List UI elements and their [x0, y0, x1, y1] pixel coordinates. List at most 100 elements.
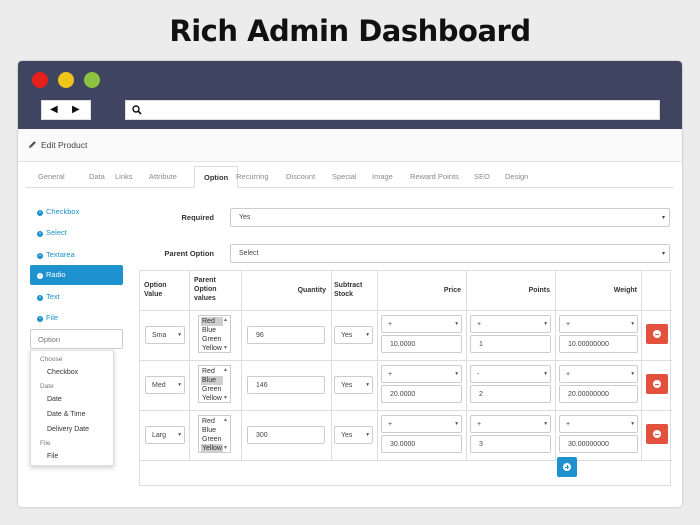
col-header-price: Price	[443, 287, 461, 294]
back-arrow-icon[interactable]: ◀	[50, 103, 58, 117]
points-input[interactable]: 1	[470, 335, 551, 353]
dropdown-item-file[interactable]: File	[47, 453, 58, 460]
address-bar[interactable]	[125, 100, 660, 120]
points-input[interactable]: 3	[470, 435, 551, 453]
chevron-down-icon: ▾	[455, 371, 458, 377]
sidebar-item-text[interactable]: - Text	[30, 287, 123, 307]
list-item[interactable]: Yellow	[201, 344, 223, 352]
list-item[interactable]: Green	[201, 335, 223, 344]
scroll-down-icon[interactable]: ▼	[223, 345, 228, 351]
subtract-stock-select[interactable]: Yes ▾	[334, 376, 373, 394]
tab-recurring[interactable]: Recurring	[236, 166, 269, 188]
option-value-select[interactable]: Sma ▾	[145, 326, 185, 344]
dropdown-item-date-time[interactable]: Date & Time	[47, 411, 86, 418]
sidebar-item-radio[interactable]: - Radio	[30, 265, 123, 285]
scroll-down-icon[interactable]: ▼	[223, 395, 228, 401]
tab-special[interactable]: Special	[332, 166, 357, 188]
sidebar-item-file[interactable]: - File	[30, 308, 123, 328]
list-item[interactable]: Blue	[201, 426, 223, 435]
weight-prefix-select[interactable]: + ▾	[559, 415, 638, 433]
list-item[interactable]: Green	[201, 385, 223, 394]
tab-seo[interactable]: SEO	[474, 166, 490, 188]
list-item[interactable]: Red	[201, 317, 223, 326]
tab-general[interactable]: General	[38, 166, 65, 188]
tab-option[interactable]: Option	[194, 166, 239, 188]
weight-input[interactable]: 20.00000000	[559, 385, 638, 403]
tab-links[interactable]: Links	[115, 166, 133, 188]
price-input[interactable]: 20.0000	[381, 385, 462, 403]
scroll-up-icon[interactable]: ▲	[223, 317, 228, 323]
subtract-stock-select[interactable]: Yes ▾	[334, 326, 373, 344]
chevron-down-icon: ▾	[455, 321, 458, 327]
col-header-subtract-stock: Subtract Stock	[334, 282, 363, 298]
browser-window: ◀ ▶ Edit Product General Data Links Attr…	[18, 61, 682, 507]
points-prefix-select[interactable]: + ▾	[470, 415, 551, 433]
price-input[interactable]: 10.0000	[381, 335, 462, 353]
chevron-down-icon: ▾	[544, 321, 547, 327]
scroll-up-icon[interactable]: ▲	[223, 367, 228, 373]
scroll-up-icon[interactable]: ▲	[223, 417, 228, 423]
price-prefix-select[interactable]: + ▾	[381, 315, 462, 333]
weight-prefix-select[interactable]: + ▾	[559, 315, 638, 333]
list-item[interactable]: Red	[201, 417, 223, 426]
option-autocomplete-input[interactable]	[30, 329, 123, 349]
price-input[interactable]: 30.0000	[381, 435, 462, 453]
list-item[interactable]: Yellow	[201, 444, 223, 452]
quantity-input[interactable]: 300	[247, 426, 325, 444]
tab-image[interactable]: Image	[372, 166, 393, 188]
points-input[interactable]: 2	[470, 385, 551, 403]
chevron-down-icon: ▾	[544, 371, 547, 377]
weight-input[interactable]: 30.00000000	[559, 435, 638, 453]
chevron-down-icon: ▾	[455, 421, 458, 427]
minimize-window-dot[interactable]	[58, 72, 74, 88]
subtract-stock-select[interactable]: Yes ▾	[334, 426, 373, 444]
sidebar-item-textarea[interactable]: - Textarea	[30, 245, 123, 265]
weight-input[interactable]: 10.00000000	[559, 335, 638, 353]
sidebar-item-checkbox[interactable]: - Checkbox	[30, 202, 123, 222]
remove-row-button[interactable]	[646, 424, 668, 444]
minus-circle-icon[interactable]: -	[37, 253, 43, 259]
remove-row-button[interactable]	[646, 374, 668, 394]
list-item[interactable]: Blue	[201, 326, 223, 335]
minus-circle-icon[interactable]: -	[37, 295, 43, 301]
list-item[interactable]: Yellow	[201, 394, 223, 402]
scroll-down-icon[interactable]: ▼	[223, 445, 228, 451]
parent-values-listbox[interactable]: Red Blue Green Yellow ▲ ▼	[198, 315, 231, 353]
minus-circle-icon[interactable]: -	[37, 273, 43, 279]
add-option-value-button[interactable]	[557, 457, 577, 477]
tab-design[interactable]: Design	[505, 166, 528, 188]
close-window-dot[interactable]	[32, 72, 48, 88]
list-item[interactable]: Red	[201, 367, 223, 376]
remove-row-button[interactable]	[646, 324, 668, 344]
points-prefix-select[interactable]: - ▾	[470, 365, 551, 383]
dropdown-item-checkbox[interactable]: Checkbox	[47, 369, 78, 376]
forward-arrow-icon[interactable]: ▶	[72, 103, 80, 117]
minus-circle-icon[interactable]: -	[37, 231, 43, 237]
dropdown-item-date[interactable]: Date	[47, 396, 62, 403]
minus-circle-icon[interactable]: -	[37, 210, 43, 216]
sidebar-item-select[interactable]: - Select	[30, 223, 123, 243]
option-value-select[interactable]: Med ▾	[145, 376, 185, 394]
tab-reward-points[interactable]: Reward Points	[410, 166, 459, 188]
tab-discount[interactable]: Discount	[286, 166, 315, 188]
tab-attribute[interactable]: Attribute	[149, 166, 177, 188]
parent-option-select[interactable]: Select ▾	[230, 244, 670, 263]
tab-data[interactable]: Data	[89, 166, 105, 188]
list-item[interactable]: Green	[201, 435, 223, 444]
maximize-window-dot[interactable]	[84, 72, 100, 88]
list-item[interactable]: Blue	[201, 376, 223, 385]
price-prefix-select[interactable]: + ▾	[381, 415, 462, 433]
dropdown-item-delivery-date[interactable]: Delivery Date	[47, 426, 89, 433]
required-select[interactable]: Yes ▾	[230, 208, 670, 227]
price-prefix-select[interactable]: + ▾	[381, 365, 462, 383]
page-headline: Rich Admin Dashboard	[169, 14, 531, 48]
quantity-input[interactable]: 96	[247, 326, 325, 344]
parent-values-listbox[interactable]: Red Blue Green Yellow ▲ ▼	[198, 365, 231, 403]
points-prefix-select[interactable]: + ▾	[470, 315, 551, 333]
dropdown-group-label: Date	[40, 383, 54, 390]
parent-values-listbox[interactable]: Red Blue Green Yellow ▲ ▼	[198, 415, 231, 453]
minus-circle-icon[interactable]: -	[37, 316, 43, 322]
option-value-select[interactable]: Larg ▾	[145, 426, 185, 444]
weight-prefix-select[interactable]: + ▾	[559, 365, 638, 383]
quantity-input[interactable]: 146	[247, 376, 325, 394]
